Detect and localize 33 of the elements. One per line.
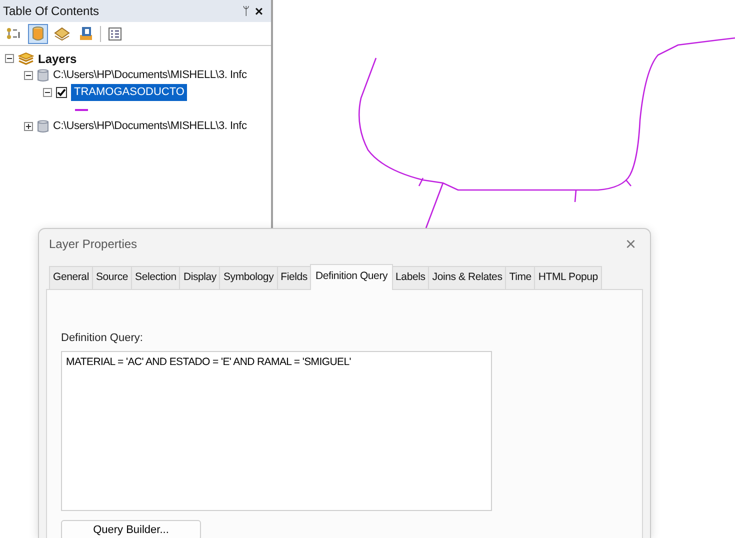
expand-icon[interactable] [24, 122, 33, 131]
field-label: Definition Query: [61, 330, 143, 346]
tab[interactable]: General [49, 266, 93, 289]
panel-title: Table Of Contents [3, 3, 100, 20]
layer-checkbox[interactable] [56, 87, 67, 98]
database-icon [37, 120, 49, 133]
tab[interactable]: Labels [392, 266, 430, 289]
tab[interactable]: Definition Query [310, 264, 393, 290]
query-field[interactable]: MATERIAL = 'AC' AND ESTADO = 'E' AND RAMAL = 'SMIGUEL' [61, 351, 492, 512]
data-source-path[interactable]: C:\Users\HP\Documents\MISHELL\3. Infc [53, 118, 247, 135]
data-frame-label[interactable]: Layers [38, 50, 77, 68]
tab[interactable]: Symbology [219, 266, 278, 289]
query-builder-button[interactable]: Query Builder... [61, 520, 201, 538]
tab[interactable]: Fields [276, 266, 312, 289]
tab[interactable]: Joins & Relates [428, 266, 506, 289]
data-source-path[interactable]: C:\Users\HP\Documents\MISHELL\3. Infc [53, 67, 247, 84]
dialog-title: Layer Properties [49, 236, 138, 253]
database-icon [37, 69, 49, 82]
layers-icon [18, 52, 34, 65]
pin-button[interactable]: ᛘ [242, 2, 250, 20]
tab[interactable]: Time [505, 266, 536, 289]
database-icon[interactable] [28, 24, 48, 44]
line-symbol-icon [75, 108, 88, 110]
collapse-icon[interactable] [24, 71, 33, 80]
tab[interactable]: Display [179, 266, 220, 289]
close-button[interactable]: × [254, 0, 263, 22]
close-button[interactable]: × [621, 235, 640, 253]
layer-name[interactable]: TRAMOGASODUCTO [71, 84, 188, 101]
tab[interactable]: HTML Popup [534, 266, 602, 289]
collapse-icon[interactable] [43, 88, 52, 97]
tab[interactable]: Source [92, 266, 132, 289]
tab[interactable]: Selection [131, 266, 180, 289]
collapse-icon[interactable] [5, 54, 14, 63]
